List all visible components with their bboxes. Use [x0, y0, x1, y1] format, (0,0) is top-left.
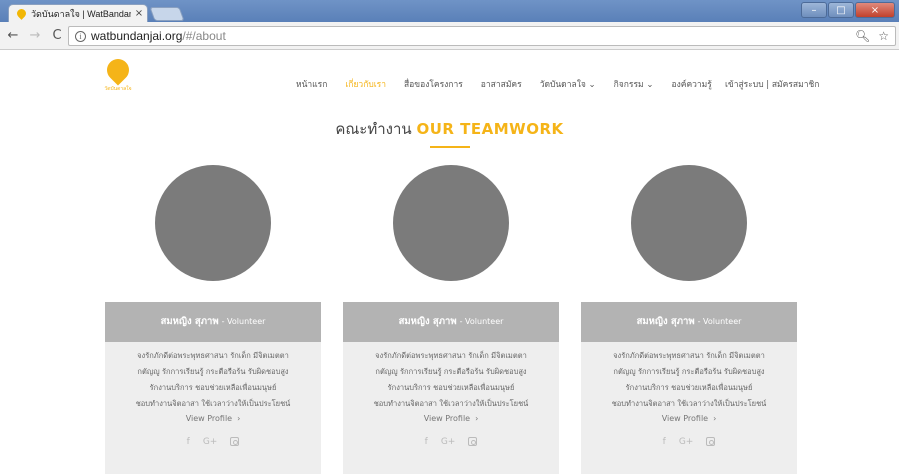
bio-line: กตัญญู รักการเรียนรู้ กระตือรือร้น รับผิ…	[137, 367, 289, 376]
member-name: สมหญิง สุภาพ	[160, 316, 219, 327]
view-profile-label: View Profile	[661, 414, 709, 423]
reload-icon[interactable]: C	[48, 28, 66, 43]
close-window-button[interactable]: ×	[855, 2, 895, 18]
member-role: - Volunteer	[221, 317, 266, 326]
instagram-icon[interactable]	[230, 437, 240, 446]
browser-toolbar: ← → C i watbundanjai.org /#/about 🔍︎ ☆	[0, 22, 899, 50]
instagram-icon[interactable]	[706, 437, 716, 446]
forward-icon[interactable]: →	[26, 28, 44, 43]
bio-line: กตัญญู รักการเรียนรู้ กระตือรือร้น รับผิ…	[375, 367, 527, 376]
bio-line: รักงานบริการ ชอบช่วยเหลือเพื่อนมนุษย์	[149, 383, 277, 392]
info-icon[interactable]: i	[75, 30, 86, 42]
view-profile-link[interactable]: View Profile ›	[581, 414, 797, 423]
site-logo[interactable]: วัดบันดาลใจ	[102, 54, 134, 92]
bio-line: รักงานบริการ ชอบช่วยเหลือเพื่อนมนุษย์	[625, 383, 753, 392]
bio-line: กตัญญู รักการเรียนรู้ กระตือรือร้น รับผิ…	[613, 367, 765, 376]
bodhi-leaf-icon	[102, 54, 134, 86]
nav-temples[interactable]: วัดบันดาลใจ ⌄	[540, 77, 596, 91]
nav-home[interactable]: หน้าแรก	[296, 77, 327, 91]
browser-titlebar: วัดบันดาลใจ | WatBandanj × – □ ×	[0, 0, 899, 22]
window-controls: – □ ×	[801, 2, 895, 18]
favicon-icon	[15, 7, 28, 20]
bio-line: จงรักภักดีต่อพระพุทธศาสนา รักเด็ก มีจิตเ…	[613, 351, 765, 360]
view-profile-label: View Profile	[185, 414, 233, 423]
section-title: คณะทำงาน OUR TEAMWORK	[0, 117, 899, 141]
member-role: - Volunteer	[697, 317, 742, 326]
nav-activities[interactable]: กิจกรรม ⌄	[614, 77, 654, 91]
chevron-right-icon: ›	[475, 414, 479, 423]
nav-about[interactable]: เกี่ยวกับเรา	[345, 77, 386, 91]
view-profile-label: View Profile	[423, 414, 471, 423]
logo-text: วัดบันดาลใจ	[104, 86, 132, 92]
member-name: สมหญิง สุภาพ	[398, 316, 457, 327]
google-plus-icon[interactable]: G+	[679, 437, 694, 447]
address-bar[interactable]: i watbundanjai.org /#/about 🔍︎ ☆	[68, 26, 896, 46]
url-host: watbundanjai.org	[91, 29, 183, 43]
bio-line: ชอบทำงานจิตอาสา ใช้เวลาว่างให้เป็นประโยช…	[611, 399, 767, 408]
maximize-button[interactable]: □	[828, 2, 854, 18]
bio-line: รักงานบริการ ชอบช่วยเหลือเพื่อนมนุษย์	[387, 383, 515, 392]
section-title-th: คณะทำงาน	[335, 120, 412, 138]
member-name: สมหญิง สุภาพ	[636, 316, 695, 327]
member-name-bar: สมหญิง สุภาพ - Volunteer	[343, 302, 559, 342]
chevron-right-icon: ›	[713, 414, 717, 423]
minimize-button[interactable]: –	[801, 2, 827, 18]
google-plus-icon[interactable]: G+	[441, 437, 456, 447]
avatar	[631, 165, 747, 281]
team-card: สมหญิง สุภาพ - Volunteer จงรักภักดีต่อพร…	[105, 160, 321, 474]
main-nav: หน้าแรก เกี่ยวกับเรา สื่อของโครงการ อาสา…	[296, 77, 730, 91]
site-header: วัดบันดาลใจ หน้าแรก เกี่ยวกับเรา สื่อของ…	[0, 51, 899, 111]
avatar	[393, 165, 509, 281]
browser-tab[interactable]: วัดบันดาลใจ | WatBandanj ×	[8, 4, 148, 22]
view-profile-link[interactable]: View Profile ›	[105, 414, 321, 423]
member-role: - Volunteer	[459, 317, 504, 326]
tab-close-icon[interactable]: ×	[131, 8, 147, 19]
avatar	[155, 165, 271, 281]
facebook-icon[interactable]: f	[663, 437, 666, 447]
member-name-bar: สมหญิง สุภาพ - Volunteer	[105, 302, 321, 342]
facebook-icon[interactable]: f	[187, 437, 190, 447]
nav-volunteer[interactable]: อาสาสมัคร	[481, 77, 522, 91]
team-card: สมหญิง สุภาพ - Volunteer จงรักภักดีต่อพร…	[581, 160, 797, 474]
bio-line: จงรักภักดีต่อพระพุทธศาสนา รักเด็ก มีจิตเ…	[137, 351, 289, 360]
title-underline	[430, 146, 470, 148]
member-name-bar: สมหญิง สุภาพ - Volunteer	[581, 302, 797, 342]
nav-media[interactable]: สื่อของโครงการ	[404, 77, 463, 91]
nav-knowledge[interactable]: องค์ความรู้	[672, 77, 712, 91]
google-plus-icon[interactable]: G+	[203, 437, 218, 447]
bio-line: จงรักภักดีต่อพระพุทธศาสนา รักเด็ก มีจิตเ…	[375, 351, 527, 360]
chevron-right-icon: ›	[237, 414, 241, 423]
zoom-icon[interactable]: 🔍︎	[855, 29, 870, 43]
bookmark-star-icon[interactable]: ☆	[878, 29, 889, 43]
login-register-link[interactable]: เข้าสู่ระบบ | สมัครสมาชิก	[725, 77, 819, 91]
section-title-en: OUR TEAMWORK	[416, 120, 564, 138]
facebook-icon[interactable]: f	[425, 437, 428, 447]
tab-title: วัดบันดาลใจ | WatBandanj	[31, 8, 131, 19]
view-profile-link[interactable]: View Profile ›	[343, 414, 559, 423]
back-icon[interactable]: ←	[4, 28, 22, 43]
bio-line: ชอบทำงานจิตอาสา ใช้เวลาว่างให้เป็นประโยช…	[135, 399, 291, 408]
bio-line: ชอบทำงานจิตอาสา ใช้เวลาว่างให้เป็นประโยช…	[373, 399, 529, 408]
instagram-icon[interactable]	[468, 437, 478, 446]
new-tab-button[interactable]	[149, 7, 185, 21]
team-card: สมหญิง สุภาพ - Volunteer จงรักภักดีต่อพร…	[343, 160, 559, 474]
url-path: /#/about	[182, 29, 226, 43]
